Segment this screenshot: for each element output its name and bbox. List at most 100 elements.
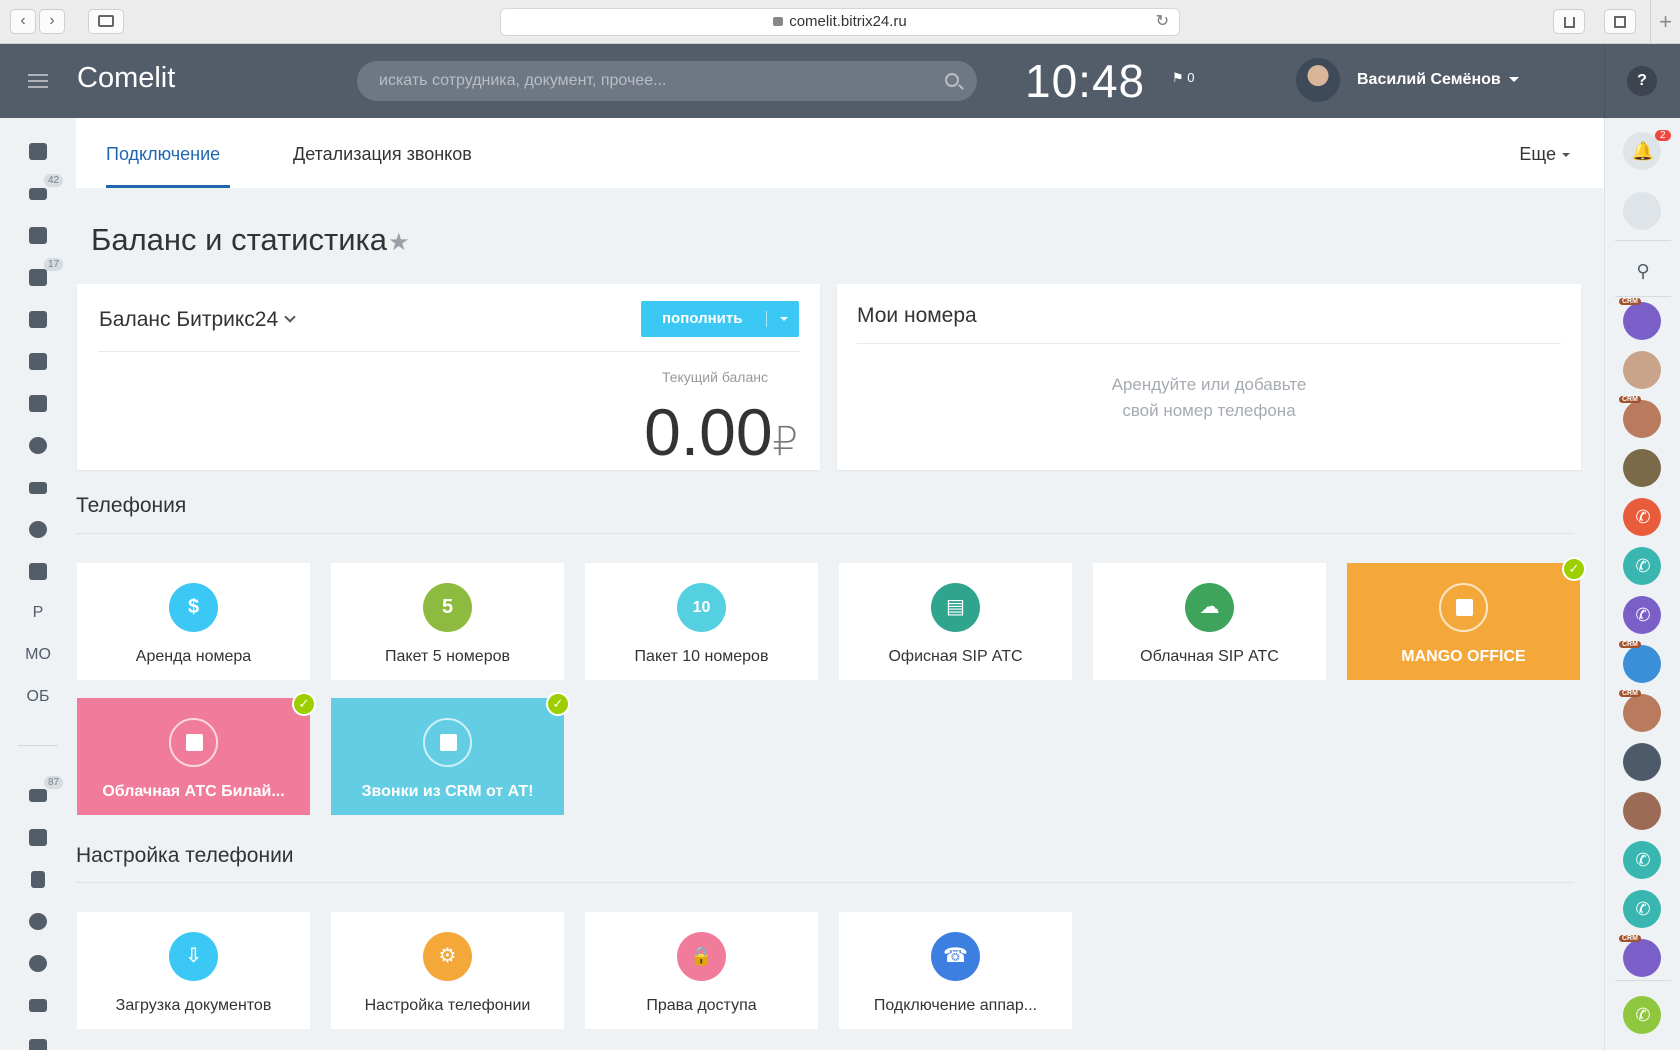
tile-connect-device[interactable]: ☎ Подключение аппар... <box>839 912 1072 1029</box>
contact-item[interactable]: CRM <box>1605 298 1680 342</box>
new-tab-button[interactable]: + <box>1650 0 1680 44</box>
menu-icon[interactable] <box>28 74 48 88</box>
tile-crm-calls-at[interactable]: Звонки из CRM от АТ! ✓ <box>331 692 570 815</box>
contact-item[interactable] <box>1605 347 1680 391</box>
balance-selector[interactable]: Баланс Битрикс24 <box>99 308 296 332</box>
sidebar-item-calendar[interactable] <box>0 218 76 254</box>
avatar <box>1623 351 1661 389</box>
work-day-flag[interactable]: ⚑ 0 <box>1172 70 1195 86</box>
divider <box>1615 296 1671 297</box>
contact-item[interactable] <box>1605 788 1680 832</box>
sidebar-item-chat[interactable] <box>0 344 76 380</box>
tile-label: Облачная SIP АТС <box>1140 648 1279 665</box>
tab-call-details[interactable]: Детализация звонков <box>293 144 472 165</box>
lock-icon: 🔒 <box>677 932 726 981</box>
crm-badge: CRM <box>1619 641 1641 648</box>
contact-item[interactable] <box>1605 739 1680 783</box>
call-item[interactable]: ✆ <box>1605 592 1680 636</box>
reload-icon[interactable]: ↻ <box>1156 9 1169 35</box>
sidebar-item-feed[interactable] <box>0 134 76 170</box>
contact-item[interactable]: CRM <box>1605 396 1680 440</box>
call-item[interactable]: ✆ <box>1605 543 1680 587</box>
tile-telephony-settings[interactable]: ⚙ Настройка телефонии <box>331 912 564 1029</box>
chats-button[interactable] <box>1605 188 1680 232</box>
contact-item[interactable]: CRM <box>1605 690 1680 734</box>
caret-down-icon[interactable] <box>780 317 788 321</box>
more-button[interactable]: Еще <box>1519 144 1570 165</box>
divider <box>1615 980 1671 981</box>
sidebar-item-apps[interactable] <box>0 820 76 856</box>
search-input[interactable]: искать сотрудника, документ, прочее... <box>357 61 977 101</box>
search-contacts-button[interactable]: ⚲ <box>1605 248 1680 292</box>
tab-connection[interactable]: Подключение <box>106 144 220 165</box>
contact-item[interactable]: CRM <box>1605 641 1680 685</box>
topup-button[interactable]: пополнить <box>641 301 799 337</box>
user-icon <box>1623 400 1661 438</box>
sidebar-item-mail[interactable]: 87 <box>0 776 76 814</box>
chat-icon <box>29 353 47 370</box>
pie-icon <box>29 913 47 930</box>
flag-count: 0 <box>1187 70 1195 85</box>
call-item[interactable]: ✆ <box>1605 837 1680 881</box>
sidebar-item-groups[interactable] <box>0 428 76 464</box>
call-item[interactable]: ✆ <box>1605 886 1680 930</box>
address-bar[interactable]: comelit.bitrix24.ru ↻ <box>500 8 1180 36</box>
sidebar-item-pos[interactable] <box>0 988 76 1024</box>
call-button[interactable]: ✆ <box>1605 992 1680 1036</box>
sidebar-item-contacts[interactable] <box>0 386 76 422</box>
clock-icon <box>29 521 47 538</box>
tile-cloud-sip[interactable]: ☁ Облачная SIP АТС <box>1093 563 1326 680</box>
sidebar-item-shop[interactable] <box>0 1030 76 1050</box>
pack-5-icon: 5 <box>423 583 472 632</box>
tile-mango-office[interactable]: MANGO OFFICE ✓ <box>1347 557 1586 680</box>
user-icon <box>1623 302 1661 340</box>
sidebar-item-filter[interactable]: 42 <box>0 174 76 212</box>
contact-item[interactable] <box>1605 445 1680 489</box>
sidebar-item-history[interactable] <box>0 904 76 940</box>
tile-rent-number[interactable]: $ Аренда номера <box>77 563 310 680</box>
tile-office-sip[interactable]: ▤ Офисная SIP АТС <box>839 563 1072 680</box>
sidebar-item-timeman[interactable] <box>0 512 76 548</box>
badge-count: 17 <box>44 258 64 271</box>
topup-label: пополнить <box>662 310 743 327</box>
contact-item[interactable]: CRM <box>1605 935 1680 979</box>
sidebar-text: МО <box>25 646 51 663</box>
tile-label: Аренда номера <box>135 648 252 665</box>
my-numbers-card: Мои номера Арендуйте или добавьте свой н… <box>837 284 1581 470</box>
cube-icon <box>1439 583 1488 632</box>
phone-glyph: ✆ <box>1635 507 1651 527</box>
sidebar-item-tasks[interactable]: 17 <box>0 258 76 296</box>
tile-pack-5[interactable]: 5 Пакет 5 номеров <box>331 563 564 680</box>
clock[interactable]: 10:48 <box>1025 54 1145 108</box>
sidebar-item-r[interactable]: Р <box>0 596 76 632</box>
star-icon[interactable]: ★ <box>388 228 410 257</box>
notifications-button[interactable]: 🔔 2 <box>1605 128 1680 172</box>
sidebar-item-knowledge[interactable] <box>0 302 76 338</box>
tile-pack-10[interactable]: 10 Пакет 10 номеров <box>585 563 818 680</box>
sidebar-item-mo[interactable]: МО <box>0 638 76 674</box>
logo[interactable]: Comelit <box>77 62 175 95</box>
sidebar-item-reports[interactable] <box>0 862 76 898</box>
tile-access-rights[interactable]: 🔒 Права доступа <box>585 912 818 1029</box>
sidebar-item-sites[interactable] <box>0 554 76 590</box>
back-button[interactable]: ‹ <box>10 9 36 34</box>
tabs-icon <box>1614 16 1626 28</box>
crm-badge: CRM <box>1619 396 1641 403</box>
tile-beeline-cloud[interactable]: Облачная АТС Билай... ✓ <box>77 692 316 815</box>
search-icon[interactable] <box>945 73 959 87</box>
forward-button[interactable]: › <box>39 9 65 34</box>
avatar[interactable] <box>1296 58 1340 102</box>
check-icon: ✓ <box>546 692 570 716</box>
call-item[interactable]: ✆ <box>1605 494 1680 538</box>
share-button[interactable] <box>1553 9 1585 34</box>
telephony-title: Телефония <box>76 494 187 517</box>
main-content: Подключение Детализация звонков Еще Бала… <box>76 118 1604 1050</box>
sidebar-item-ob[interactable]: ОБ <box>0 680 76 716</box>
user-menu[interactable]: Василий Семёнов <box>1357 71 1519 89</box>
sidebar-item-goals[interactable] <box>0 946 76 982</box>
sidebar-item-drive[interactable] <box>0 470 76 506</box>
tile-upload-documents[interactable]: ⇩ Загрузка документов <box>77 912 310 1029</box>
tabs-button[interactable] <box>1604 9 1636 34</box>
sidebar-toggle-button[interactable] <box>88 9 124 34</box>
help-button[interactable]: ? <box>1627 66 1657 96</box>
